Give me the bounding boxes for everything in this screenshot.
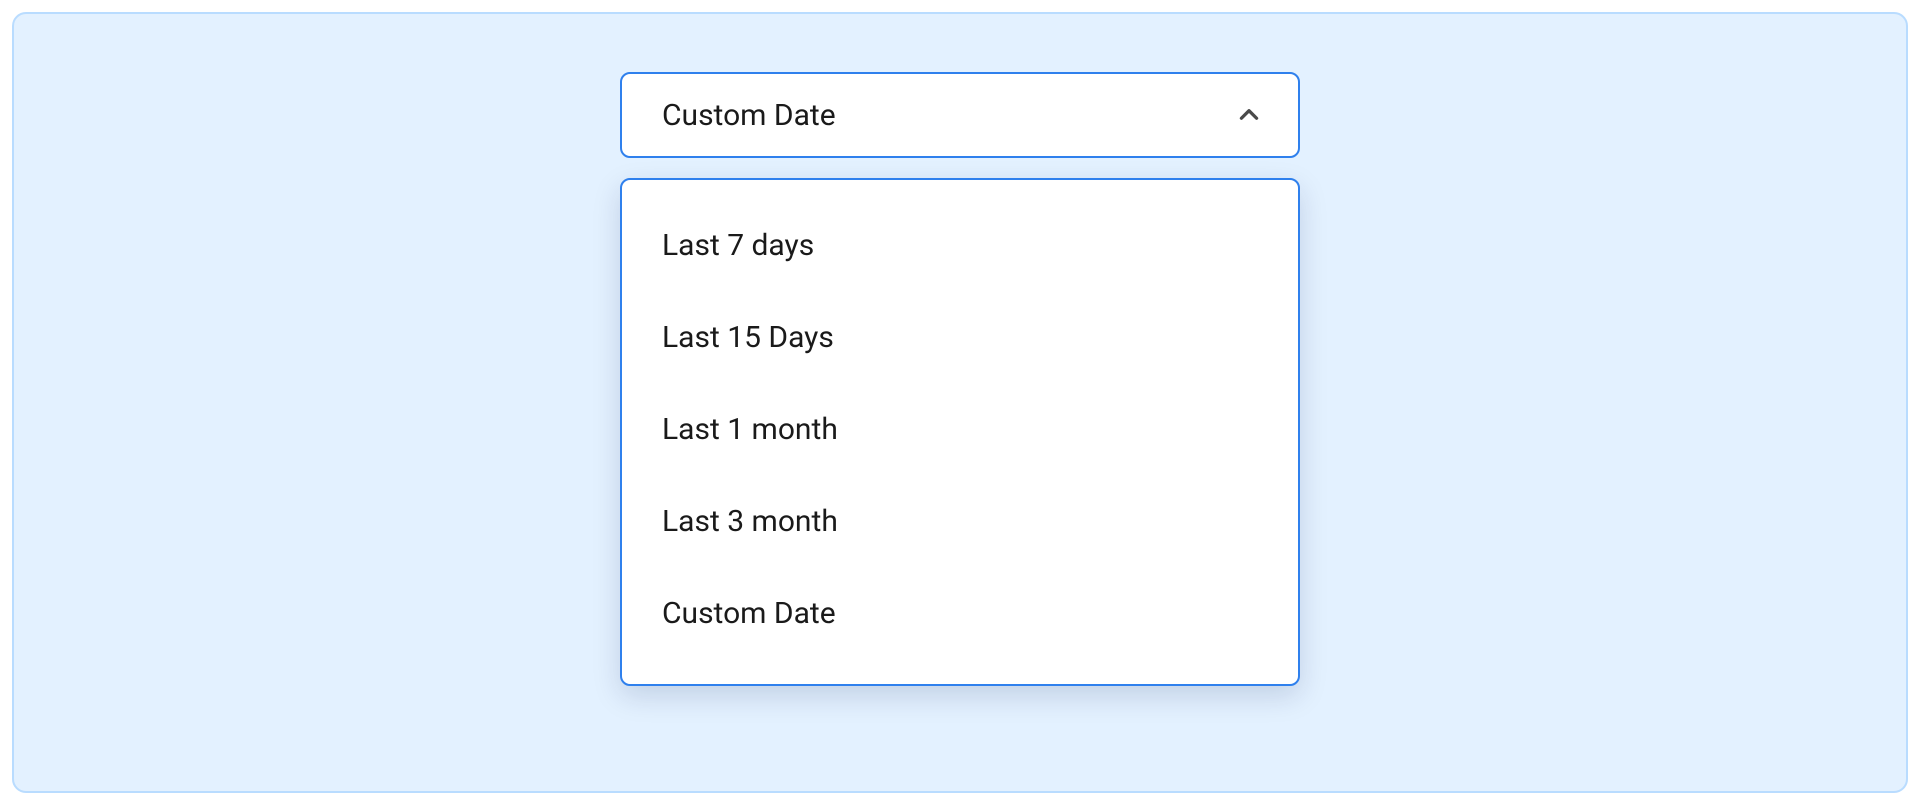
panel-background: Custom Date Last 7 days Last 15 Days Las…	[12, 12, 1908, 793]
dropdown-option-label: Last 3 month	[662, 504, 838, 539]
dropdown-option-label: Custom Date	[662, 596, 836, 631]
dropdown-option-label: Last 1 month	[662, 412, 838, 447]
date-range-dropdown: Custom Date Last 7 days Last 15 Days Las…	[620, 72, 1300, 686]
chevron-up-icon	[1236, 102, 1262, 128]
dropdown-option-label: Last 15 Days	[662, 320, 834, 355]
dropdown-option-last-15-days[interactable]: Last 15 Days	[622, 292, 1298, 384]
dropdown-option-label: Last 7 days	[662, 228, 814, 263]
dropdown-menu: Last 7 days Last 15 Days Last 1 month La…	[620, 178, 1300, 686]
dropdown-option-last-3-month[interactable]: Last 3 month	[622, 476, 1298, 568]
dropdown-trigger[interactable]: Custom Date	[620, 72, 1300, 158]
dropdown-option-last-7-days[interactable]: Last 7 days	[622, 200, 1298, 292]
dropdown-option-last-1-month[interactable]: Last 1 month	[622, 384, 1298, 476]
dropdown-selected-label: Custom Date	[662, 98, 836, 133]
dropdown-option-custom-date[interactable]: Custom Date	[622, 568, 1298, 660]
